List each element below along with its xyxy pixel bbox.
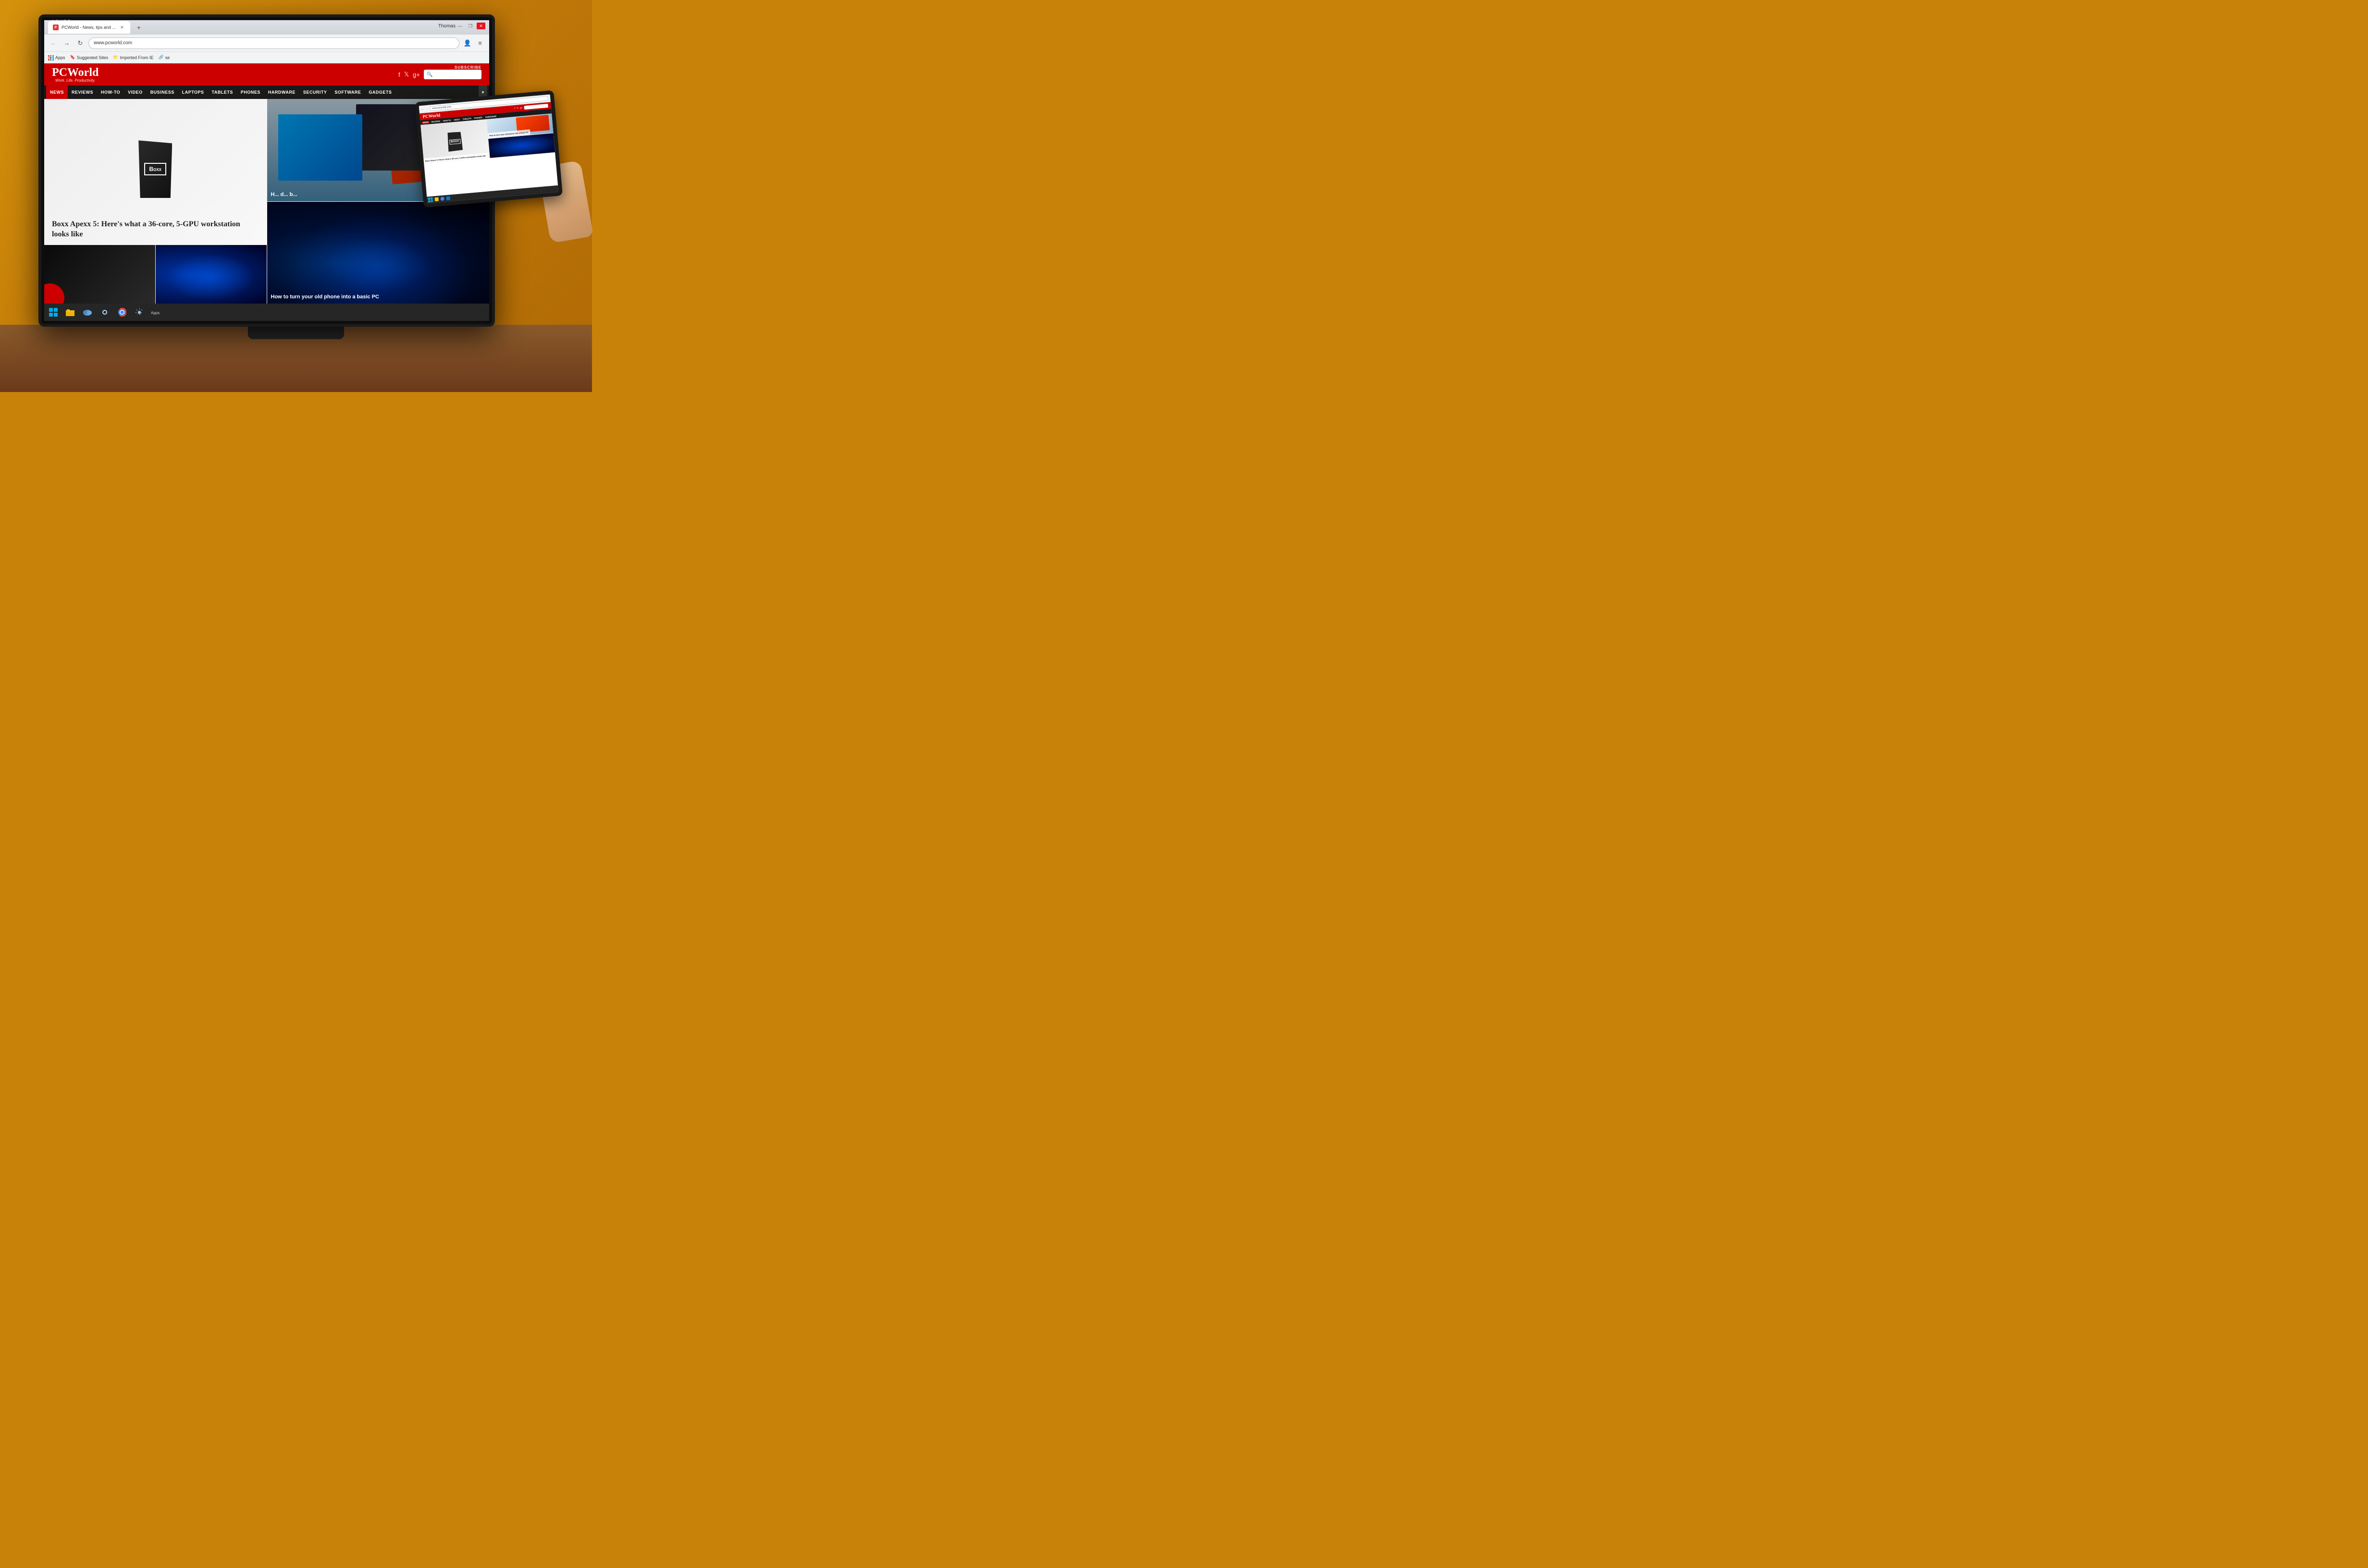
nav-business[interactable]: BUSINESS — [147, 86, 178, 99]
file-explorer-taskbar-icon[interactable] — [62, 306, 78, 319]
start-button[interactable] — [46, 306, 61, 319]
tablet-start-button[interactable] — [428, 197, 433, 203]
close-button[interactable]: ✕ — [477, 23, 485, 29]
nav-tablets[interactable]: TABLETS — [208, 86, 237, 99]
suggested-sites-bookmark[interactable]: 🔖 Suggested Sites — [70, 55, 109, 60]
site-header: PCWorld Work. Life. Productivity. f 𝕏 g+… — [44, 63, 489, 86]
onedrive-taskbar-icon[interactable] — [80, 306, 95, 319]
tab-close-button[interactable]: ✕ — [119, 24, 125, 31]
chrome-taskbar-icon[interactable] — [114, 306, 130, 319]
bottom-article-right-image — [156, 245, 267, 304]
bottom-article-right[interactable] — [156, 245, 267, 304]
imported-ie-bookmark[interactable]: 📁 Imported From IE — [113, 55, 153, 60]
nav-security[interactable]: SECURITY — [299, 86, 331, 99]
se-bookmark[interactable]: 🔗 se — [159, 55, 170, 60]
hero-title: Boxx Apexx 5: Here's what a 36-core, 5-G… — [52, 220, 259, 240]
tablet: ← → www.pcworld.com PCWorld f — [415, 90, 563, 208]
settings-taskbar-icon[interactable] — [132, 306, 147, 319]
imported-label: Imported From IE — [120, 55, 154, 60]
nav-laptops[interactable]: LAPTOPS — [178, 86, 208, 99]
windows-taskbar: Apps — [44, 304, 489, 321]
tablet-logo: PCWorld — [422, 113, 440, 119]
tablet-nav-news[interactable]: NEWS — [421, 121, 429, 123]
nav-reviews[interactable]: REVIEWS — [68, 86, 97, 99]
address-bar[interactable]: www.pcworld.com — [88, 37, 459, 49]
window-controls: — ❐ ✕ — [456, 23, 485, 29]
googleplus-icon[interactable]: g+ — [413, 71, 420, 78]
forward-button[interactable]: → — [62, 38, 72, 49]
user-account-icon[interactable]: 👤 — [462, 38, 473, 49]
subscribe-button[interactable]: SUBSCRIBE — [455, 65, 481, 70]
new-tab-button[interactable]: + — [133, 22, 145, 33]
tablet-chrome-icon[interactable] — [440, 196, 444, 201]
tablet-container: ← → www.pcworld.com PCWorld f — [419, 96, 573, 221]
boxx-computer-image: BOXX — [138, 140, 172, 198]
tablet-screen: ← → www.pcworld.com PCWorld f — [419, 94, 559, 203]
search-icon: 🔍 — [427, 72, 432, 77]
side-article-bottom-text: How to turn your old phone into a basic … — [267, 290, 383, 304]
browser-tab[interactable]: P PCWorld - News, tips and ... ✕ — [48, 21, 130, 34]
nav-hardware[interactable]: HARDWARE — [264, 86, 299, 99]
tablet-ie-icon[interactable] — [446, 196, 450, 200]
chrome-navbar: ← → ↻ www.pcworld.com 👤 ≡ — [44, 35, 489, 52]
scene: AQUOS SHARP P PCWorld - News, tips and .… — [0, 0, 592, 392]
bottom-articles — [44, 245, 267, 304]
apps-label: Apps — [55, 55, 65, 60]
apps-icon — [48, 55, 54, 60]
nav-software[interactable]: SOFTWARE — [331, 86, 365, 99]
tab-title: PCWorld - News, tips and ... — [62, 25, 116, 30]
tablet-nav-reviews[interactable]: REVIEWS — [430, 120, 441, 123]
tablet-nav-phones[interactable]: PHONES — [473, 116, 483, 119]
restore-button[interactable]: ❐ — [466, 23, 475, 29]
tablet-url: www.pcworld.com — [432, 105, 451, 110]
tablet-nav-tablets[interactable]: TABLETS — [462, 117, 473, 120]
twitter-icon[interactable]: 𝕏 — [404, 71, 409, 78]
nav-news[interactable]: NEWS — [46, 86, 68, 99]
nav-howto[interactable]: HOW-TO — [97, 86, 124, 99]
bottom-article-left[interactable] — [44, 245, 155, 304]
tab-favicon: P — [53, 24, 59, 30]
browser-icons: 👤 ≡ — [462, 38, 485, 49]
bookmarks-bar: Apps 🔖 Suggested Sites 📁 Imported From I… — [44, 52, 489, 63]
tablet-files-icon[interactable] — [434, 197, 439, 202]
side-article-top-text: H... d... b... — [267, 188, 301, 201]
chrome-titlebar: P PCWorld - News, tips and ... ✕ + Thoma… — [44, 20, 489, 35]
apps-bookmark[interactable]: Apps — [48, 55, 65, 60]
taskbar-apps-label: Apps — [151, 308, 160, 317]
apps-text: Apps — [151, 311, 160, 315]
nav-gadgets[interactable]: GADGETS — [365, 86, 395, 99]
user-label: Thomas — [438, 24, 456, 29]
suggested-sites-label: Suggested Sites — [77, 55, 109, 60]
hero-article[interactable]: BOXX Boxx Apexx 5: Here's what a 36-core… — [44, 99, 267, 245]
site-logo: PCWorld — [52, 66, 99, 79]
windows-logo — [49, 308, 58, 317]
tablet-nav-video[interactable]: VIDEO — [453, 118, 461, 121]
minimize-button[interactable]: — — [456, 23, 464, 29]
facebook-icon[interactable]: f — [398, 71, 400, 78]
tablet-search[interactable] — [524, 104, 548, 110]
se-label: se — [165, 55, 170, 60]
url-text: www.pcworld.com — [94, 40, 132, 46]
tablet-article-boxx[interactable]: BOXX Boxx Apexx 5: Here's what a 36-core… — [420, 119, 489, 164]
refresh-button[interactable]: ↻ — [75, 38, 86, 49]
menu-icon[interactable]: ≡ — [475, 38, 485, 49]
nav-phones[interactable]: PHONES — [237, 86, 264, 99]
tablet-nav-hardware[interactable]: HARDWARE — [484, 115, 497, 118]
nav-video[interactable]: VIDEO — [124, 86, 147, 99]
tablet-back-btn[interactable]: ← — [421, 108, 424, 111]
back-button[interactable]: ← — [48, 38, 59, 49]
tablet-site: PCWorld f 𝕏 g+ NEWS REVIEWS — [419, 102, 558, 196]
social-icons: f 𝕏 g+ 🔍 — [398, 70, 481, 79]
site-search-bar[interactable]: 🔍 — [424, 70, 481, 79]
tablet-nav-howto[interactable]: HOW-TO — [442, 119, 452, 122]
hero-text: Boxx Apexx 5: Here's what a 36-core, 5-G… — [44, 215, 267, 245]
site-tagline: Work. Life. Productivity. — [52, 78, 99, 83]
tablet-browser: ← → www.pcworld.com PCWorld f — [419, 94, 559, 203]
tablet-forward-btn[interactable]: → — [425, 107, 429, 110]
steam-taskbar-icon[interactable] — [97, 306, 112, 319]
